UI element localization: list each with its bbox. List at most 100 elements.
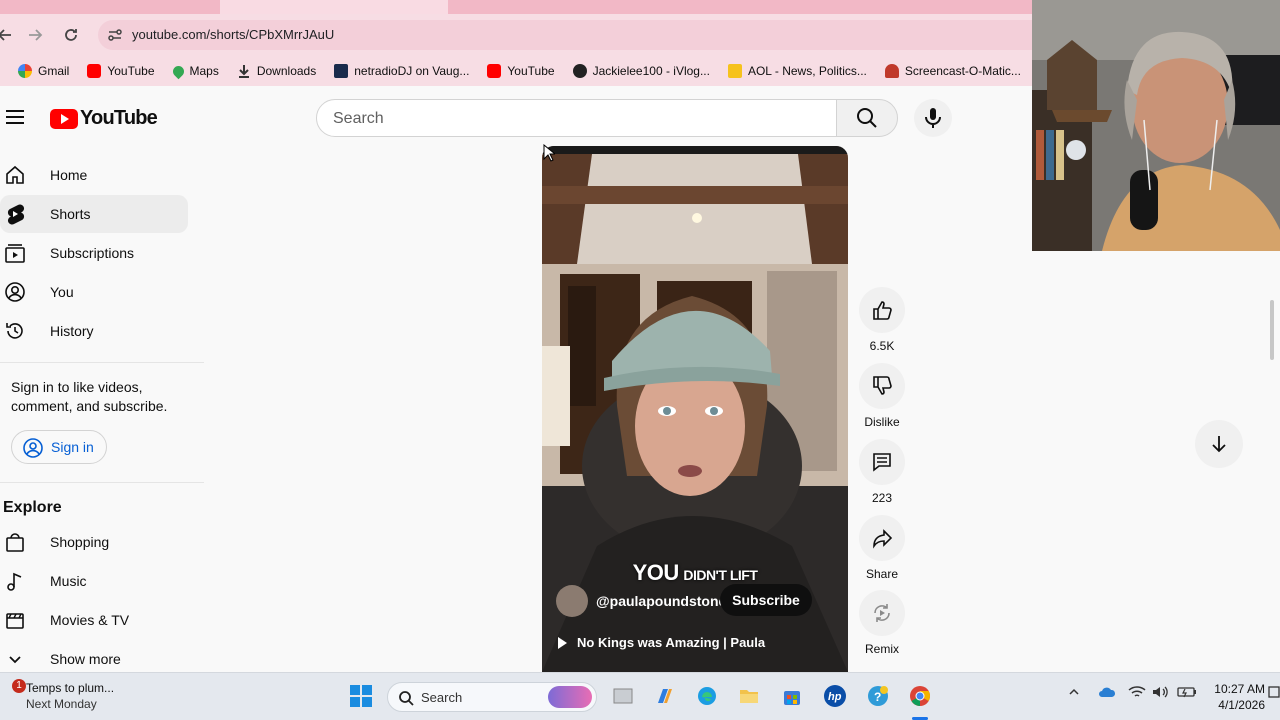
clock-date: 4/1/2026 (1218, 698, 1265, 712)
sidebar-item-shopping[interactable]: Shopping (0, 523, 188, 561)
volume-icon[interactable] (1152, 685, 1170, 702)
site-info-icon[interactable] (106, 26, 124, 44)
system-clock[interactable]: 10:27 AM 4/1/2026 (1205, 681, 1265, 713)
sidebar-item-movies-tv[interactable]: Movies & TV (0, 601, 188, 639)
sidebar-item-music[interactable]: Music (0, 562, 188, 600)
taskbar-search-label: Search (421, 690, 463, 705)
edge-icon[interactable] (694, 683, 720, 709)
vimeo-icon (334, 64, 349, 78)
search-input[interactable]: Search (316, 99, 837, 137)
bookmark-label: Downloads (256, 64, 317, 78)
onedrive-icon[interactable] (1098, 685, 1116, 702)
search-button[interactable] (836, 99, 898, 137)
aol-icon (727, 64, 742, 78)
bookmark-maps[interactable]: Maps (170, 63, 219, 79)
voice-search-button[interactable] (914, 99, 952, 137)
bookmark-label: netradioDJ on Vaug... (354, 64, 470, 78)
channel-link[interactable]: @paulapoundstone (556, 585, 726, 617)
page-scrollbar[interactable] (1270, 300, 1274, 360)
tray-overflow-icon[interactable] (1068, 685, 1080, 701)
remix-action: Remix (859, 590, 905, 656)
play-icon (558, 636, 567, 649)
help-icon[interactable]: ? (865, 683, 891, 709)
dislike-button[interactable] (859, 363, 905, 409)
omnibox[interactable]: youtube.com/shorts/CPbXMrrJAuU (98, 20, 1032, 50)
youtube-icon (87, 64, 102, 78)
subscriptions-icon (4, 242, 26, 264)
youtube-logo[interactable]: YouTube (50, 107, 158, 130)
clock-time: 10:27 AM (1214, 682, 1265, 696)
video-title: No Kings was Amazing | Paula (577, 635, 766, 650)
like-button[interactable] (859, 287, 905, 333)
sidebar-item-subscriptions[interactable]: Subscriptions (0, 234, 188, 272)
bookmark-label: AOL - News, Politics... (747, 64, 867, 78)
shopping-icon (4, 531, 26, 553)
screencast-icon (884, 64, 899, 78)
microsoft-store-icon[interactable] (779, 683, 805, 709)
bookmark-screencast[interactable]: Screencast-O-Matic... (884, 64, 1021, 78)
taskbar: 1 Temps to plum... Next Monday Search hp (0, 672, 1280, 720)
forward-icon[interactable] (22, 22, 48, 48)
battery-icon[interactable] (1177, 685, 1197, 702)
wifi-icon[interactable] (1128, 685, 1146, 702)
next-video-button[interactable] (1195, 420, 1243, 468)
logo-text: YouTube (80, 107, 158, 129)
share-button[interactable] (859, 515, 905, 561)
active-tab[interactable] (220, 0, 448, 14)
bookmark-aol[interactable]: AOL - News, Politics... (727, 64, 867, 78)
search-icon (857, 108, 877, 128)
caption-small: DIDN'T LIFT (683, 567, 758, 583)
shorts-video-player[interactable]: YOU DIDN'T LIFT @paulapoundstone Subscri… (542, 146, 848, 672)
address-bar: youtube.com/shorts/CPbXMrrJAuU (0, 14, 1032, 56)
subscribe-button[interactable]: Subscribe (720, 584, 812, 616)
bookmark-gmail[interactable]: Gmail (18, 64, 69, 78)
globe-icon (572, 64, 587, 78)
menu-icon[interactable] (6, 110, 24, 124)
copilot-icon[interactable] (652, 683, 678, 709)
sidebar-item-you[interactable]: You (0, 273, 188, 311)
comments-button[interactable] (859, 439, 905, 485)
signin-label: Sign in (51, 439, 94, 455)
bookmark-jackielee[interactable]: Jackielee100 - iVlog... (572, 64, 710, 78)
bookmark-netradiodj[interactable]: netradioDJ on Vaug... (334, 64, 469, 78)
download-icon (237, 64, 251, 78)
taskbar-search[interactable]: Search (387, 682, 597, 712)
reload-icon[interactable] (58, 22, 84, 48)
remix-label: Remix (864, 642, 899, 656)
music-icon (4, 570, 26, 592)
bookmark-downloads[interactable]: Downloads (237, 64, 316, 78)
sidebar-item-shorts[interactable]: Shorts (0, 195, 188, 233)
remix-button[interactable] (859, 590, 905, 636)
you-icon (4, 281, 26, 303)
weather-line2: Next Monday (26, 697, 97, 711)
video-title-link[interactable]: No Kings was Amazing | Paula (558, 635, 765, 650)
bookmark-youtube-2[interactable]: YouTube (487, 64, 555, 78)
svg-text:hp: hp (828, 691, 842, 703)
back-icon[interactable] (0, 22, 18, 48)
bookmark-label: Screencast-O-Matic... (904, 64, 1021, 78)
comments-action: 223 (859, 439, 905, 505)
signin-button[interactable]: Sign in (11, 430, 107, 464)
like-action: 6.5K (859, 287, 905, 353)
search-icon (399, 691, 414, 706)
windows-start-icon[interactable] (348, 683, 374, 709)
sidebar-divider (0, 362, 204, 363)
webcam-image (1032, 0, 1280, 251)
notifications-icon[interactable] (1268, 685, 1280, 702)
sidebar-item-label: You (50, 284, 74, 300)
channel-name[interactable]: @paulapoundstone (596, 593, 726, 609)
chrome-icon[interactable] (907, 683, 933, 709)
sidebar-item-home[interactable]: Home (0, 156, 188, 194)
task-view-icon[interactable] (610, 683, 636, 709)
explore-heading: Explore (3, 499, 62, 516)
sidebar-item-history[interactable]: History (0, 312, 188, 350)
bookmark-youtube[interactable]: YouTube (87, 64, 155, 78)
hp-icon[interactable]: hp (822, 683, 848, 709)
weather-widget[interactable]: 1 Temps to plum... Next Monday (4, 679, 144, 715)
avatar[interactable] (556, 585, 588, 617)
bookmark-label: YouTube (507, 64, 555, 78)
file-explorer-icon[interactable] (736, 683, 762, 709)
maps-icon (170, 63, 186, 79)
sidebar-item-label: Shorts (50, 206, 91, 222)
url-text[interactable]: youtube.com/shorts/CPbXMrrJAuU (132, 27, 334, 42)
